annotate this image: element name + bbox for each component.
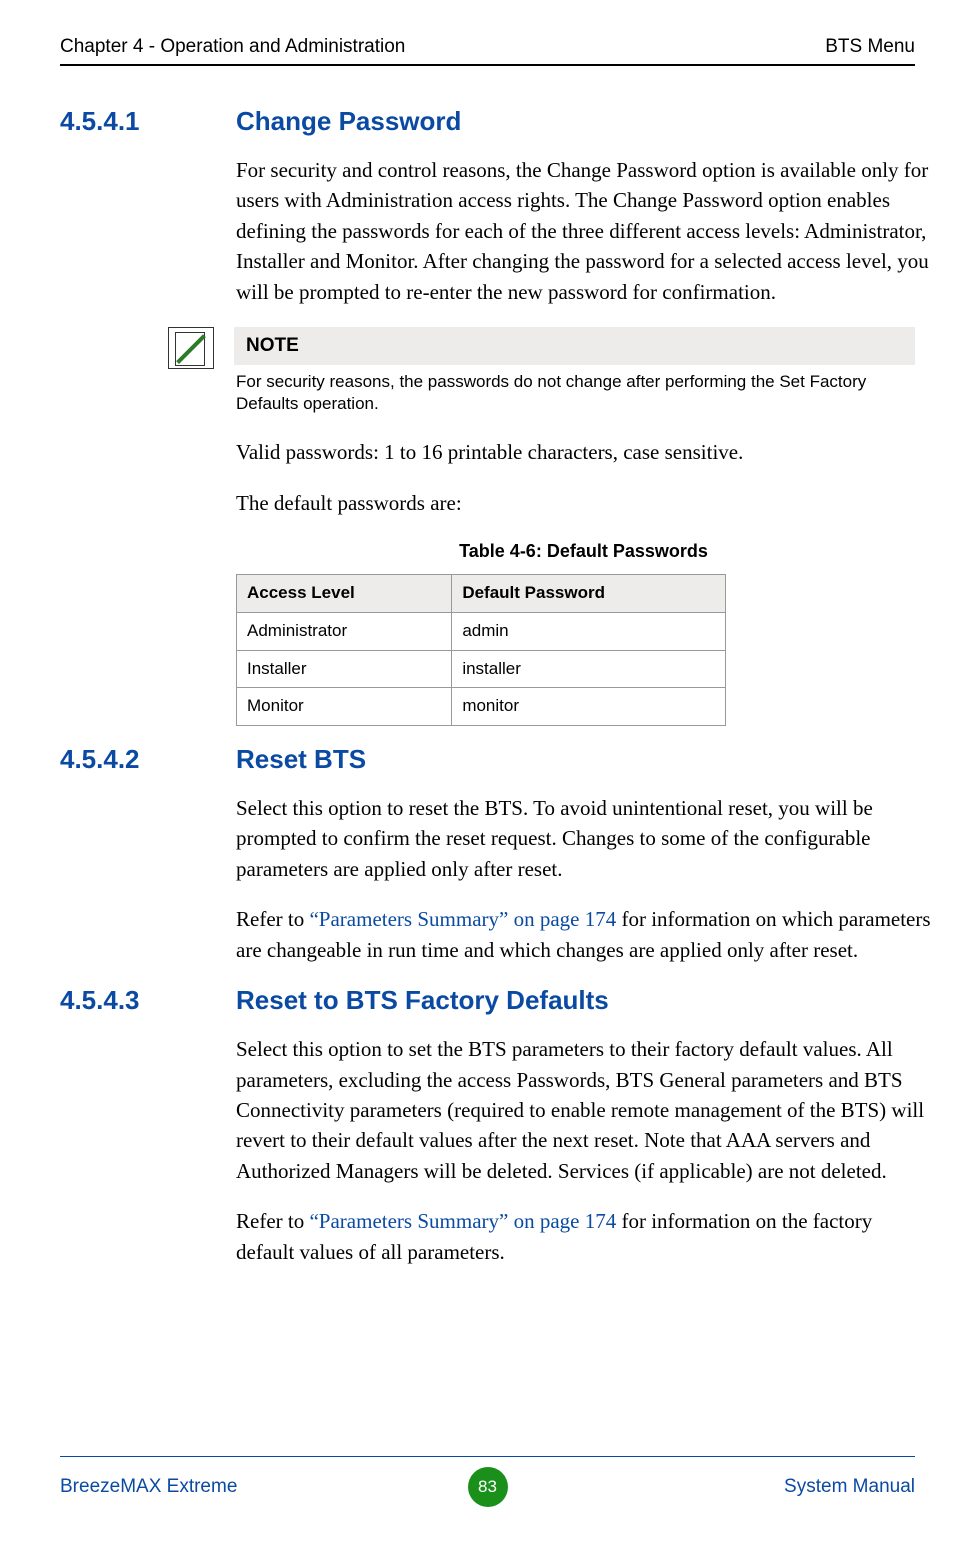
- sec3-title: Reset to BTS Factory Defaults: [236, 985, 609, 1016]
- note-label: NOTE: [234, 327, 915, 365]
- default-passwords-table: Access Level Default Password Administra…: [236, 574, 726, 726]
- sec1-para1: For security and control reasons, the Ch…: [236, 155, 931, 307]
- params-summary-link-2[interactable]: “Parameters Summary” on page 174: [309, 1209, 616, 1233]
- footer-right: System Manual: [655, 1476, 915, 1498]
- sec3-number: 4.5.4.3: [60, 985, 180, 1016]
- sec2-para1: Select this option to reset the BTS. To …: [236, 793, 931, 884]
- footer-left: BreezeMAX Extreme: [60, 1476, 320, 1498]
- sec2-para2: Refer to “Parameters Summary” on page 17…: [236, 904, 931, 965]
- table-header-access: Access Level: [237, 575, 452, 613]
- table-row: Monitor monitor: [237, 688, 726, 726]
- sec3-para2: Refer to “Parameters Summary” on page 17…: [236, 1206, 931, 1267]
- sec1-default-intro: The default passwords are:: [236, 488, 931, 518]
- table-cell: admin: [452, 612, 726, 650]
- sec2-number: 4.5.4.2: [60, 744, 180, 775]
- runhead-right: BTS Menu: [825, 36, 915, 58]
- top-rule: [60, 64, 915, 66]
- table-cell: Monitor: [237, 688, 452, 726]
- sec3-para1: Select this option to set the BTS parame…: [236, 1034, 931, 1186]
- xref-pre: Refer to: [236, 907, 309, 931]
- table-row: Installer installer: [237, 650, 726, 688]
- runhead-left: Chapter 4 - Operation and Administration: [60, 36, 405, 58]
- table-cell: installer: [452, 650, 726, 688]
- table-cell: Installer: [237, 650, 452, 688]
- table-cell: monitor: [452, 688, 726, 726]
- params-summary-link[interactable]: “Parameters Summary” on page 174: [309, 907, 616, 931]
- note-icon: [168, 327, 214, 369]
- note-body: For security reasons, the passwords do n…: [234, 371, 915, 415]
- sec2-title: Reset BTS: [236, 744, 366, 775]
- table-header-password: Default Password: [452, 575, 726, 613]
- table-row: Administrator admin: [237, 612, 726, 650]
- table-cell: Administrator: [237, 612, 452, 650]
- table-caption: Table 4-6: Default Passwords: [236, 538, 931, 564]
- sec1-number: 4.5.4.1: [60, 106, 180, 137]
- xref-pre: Refer to: [236, 1209, 309, 1233]
- page-number-badge: 83: [468, 1467, 508, 1507]
- footer-rule: [60, 1456, 915, 1457]
- sec1-title: Change Password: [236, 106, 461, 137]
- sec1-validpw: Valid passwords: 1 to 16 printable chara…: [236, 437, 931, 467]
